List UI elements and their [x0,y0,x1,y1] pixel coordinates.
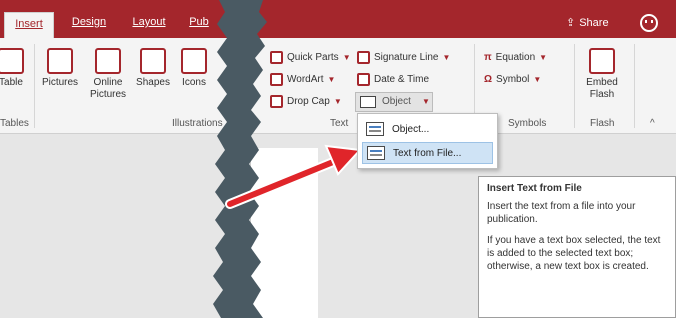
wordart-button[interactable]: WordArt ▼ [270,70,335,88]
wordart-label: WordArt [287,73,324,85]
pictures-label: Pictures [41,77,79,88]
online-pictures-button[interactable]: Online Pictures [86,48,130,101]
chevron-down-icon: ▼ [442,52,451,62]
tables-group-label: Tables [0,118,29,129]
signature-line-icon [357,50,370,64]
flash-group-label: Flash [590,118,615,129]
shapes-label: Shapes [136,77,170,88]
pi-icon: π [484,51,492,63]
feedback-smiley-icon[interactable] [640,14,658,32]
object-icon [366,122,384,136]
date-time-icon [357,72,370,86]
tooltip-description: Insert the text from a file into your pu… [487,201,636,225]
date-time-label: Date & Time [374,73,430,85]
pointer-arrow-graphic [225,144,363,209]
shapes-icon [140,48,166,74]
equation-label: Equation [495,51,536,63]
online-pictures-label: Online Pictures [89,77,127,100]
ribbon: Table Tables Pictures Online Pictures Sh… [0,38,676,134]
embed-flash-label: Embed Flash [586,77,618,100]
group-divider [634,44,635,128]
object-icon [360,96,376,108]
omega-icon: Ω [484,73,493,85]
online-pictures-icon [95,48,121,74]
ribbon-tab-bar: Insert Design Layout Pub ⇪ Share [0,0,676,38]
signature-line-label: Signature Line [374,51,439,63]
symbols-group-label: Symbols [508,118,547,129]
table-button[interactable]: Table [0,48,28,89]
menu-item-text-from-file[interactable]: Text from File... [362,142,493,164]
shapes-button[interactable]: Shapes [134,48,172,89]
share-button[interactable]: ⇪ Share [566,16,609,30]
icons-icon [181,48,207,74]
menu-item-label: Object... [392,123,430,135]
group-divider [34,44,35,128]
table-icon [0,48,24,74]
date-time-button[interactable]: Date & Time [357,70,429,88]
tooltip-title: Insert Text from File [487,183,582,194]
symbol-button[interactable]: Ω Symbol ▼ [484,70,541,88]
tooltip-details: If you have a text box selected, the tex… [487,235,661,272]
chevron-down-icon: ▼ [327,74,336,84]
flash-icon [589,48,615,74]
menu-item-label: Text from File... [393,147,462,159]
symbol-label: Symbol [496,73,530,85]
group-divider [574,44,575,128]
equation-button[interactable]: π Equation ▼ [484,48,547,66]
text-file-icon [367,146,385,160]
chevron-down-icon: ▼ [422,97,430,106]
table-label: Table [0,77,23,88]
object-label: Object [382,96,411,107]
drop-cap-button[interactable]: Drop Cap ▼ [270,92,342,110]
pictures-icon [47,48,73,74]
quick-parts-button[interactable]: Quick Parts ▼ [270,48,351,66]
signature-line-button[interactable]: Signature Line ▼ [357,48,450,66]
chevron-down-icon: ▼ [539,52,548,62]
share-label: Share [579,16,609,29]
tooltip: Insert Text from File Insert the text fr… [478,176,676,318]
chevron-down-icon: ▼ [333,96,342,106]
chevron-down-icon: ▼ [342,52,351,62]
menu-item-object[interactable]: Object... [362,118,493,140]
pictures-button[interactable]: Pictures [40,48,80,89]
object-button[interactable]: Object ▼ [355,92,433,112]
embed-flash-button[interactable]: Embed Flash [580,48,624,101]
tab-layout[interactable]: Layout [124,13,174,35]
chevron-down-icon: ▼ [533,74,542,84]
quick-parts-label: Quick Parts [287,51,339,63]
collapse-ribbon-icon[interactable]: ^ [650,118,655,129]
text-group-label: Text [330,118,349,129]
share-icon: ⇪ [566,17,576,29]
tab-design[interactable]: Design [64,13,114,35]
object-dropdown-menu: Object... Text from File... [357,113,498,169]
drop-cap-label: Drop Cap [287,95,330,107]
tab-insert[interactable]: Insert [4,12,54,38]
